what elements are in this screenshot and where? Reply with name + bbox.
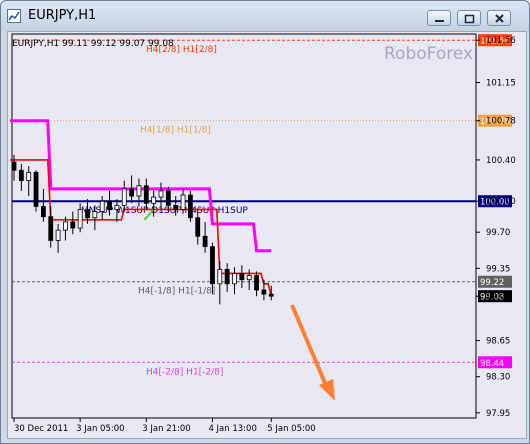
close-button[interactable] [487, 10, 511, 26]
x-tick-label: 4 Jan 13:00 [208, 424, 256, 434]
candle-body [143, 185, 149, 204]
chart-icon [7, 9, 21, 23]
candle-body [55, 229, 61, 241]
x-tick-label: 3 Jan 21:00 [142, 424, 190, 434]
symbol-info: EURJPY,H1 99.11 99.12 99.07 99.08 [12, 39, 174, 49]
y-tick-label: 99.35 [486, 264, 510, 274]
candle-body [48, 216, 54, 241]
candle-body [268, 293, 274, 297]
level-label: H4[-1/8] H1[-1/8] [138, 287, 215, 297]
y-tick-label: 98.65 [486, 337, 510, 347]
watermark: RoboForex [384, 44, 473, 64]
price-chart[interactable]: H4[2/8] H1[2/8]101.56H4[1/8] H1[1/8]100.… [8, 32, 526, 438]
x-tick-label: 3 Jan 05:00 [76, 424, 124, 434]
y-tick-label: 100.40 [486, 156, 516, 166]
candle-body [77, 209, 83, 229]
candle-body [151, 196, 157, 204]
candle-body [202, 235, 208, 248]
minimize-button[interactable] [427, 10, 451, 26]
close-icon [495, 14, 504, 23]
candle-body [114, 204, 120, 210]
candle-body [99, 200, 105, 212]
candle-body [63, 221, 68, 231]
level-label: MNSUP W1SUP D1SUP H4SUP H1SUP [81, 206, 248, 216]
candle-body [173, 204, 179, 210]
price-tag-text: 98.44 [480, 359, 504, 369]
minimize-icon [435, 20, 444, 22]
y-tick-label: 97.95 [486, 409, 510, 419]
candle-body [18, 169, 24, 181]
x-tick-label: 30 Dec 2011 [14, 424, 68, 434]
y-tick-label: 100.00 [486, 197, 516, 207]
candle-body [26, 171, 32, 181]
y-tick-label: 101.15 [486, 79, 516, 89]
candle-body [239, 273, 245, 281]
level-label: H4[-2/8] H1[-2/8] [146, 367, 223, 377]
y-tick-label: 101.56 [486, 36, 516, 46]
forecast-arrow [290, 304, 335, 401]
candle-body [70, 221, 76, 229]
chart-area[interactable]: H4[2/8] H1[2/8] 101.56 H4[1/8] H1[1/8] 100.… [7, 31, 527, 439]
maximize-button[interactable] [457, 10, 481, 26]
candle-body [136, 185, 142, 197]
y-tick-label: 99.70 [486, 228, 510, 238]
candle-body [195, 217, 201, 237]
price-tag-text: 99.22 [480, 278, 504, 288]
candle-body [187, 194, 193, 219]
y-tick-label: 100.78 [486, 117, 516, 127]
candle-body [180, 194, 186, 210]
candle-body [11, 161, 17, 171]
candle-body [261, 289, 267, 295]
y-tick-label: 98.30 [486, 373, 510, 383]
candle-body [224, 268, 230, 285]
chart-window: EURJPY,H1 H4[2/8] H1[2/8] 101.56 H4[1/8] H… [0, 0, 530, 444]
candle-body [33, 171, 39, 207]
candle-body [246, 275, 252, 281]
candle-body [217, 268, 223, 285]
level-label: H4[1/8] H1[1/8] [140, 126, 211, 136]
candle-body [92, 211, 98, 219]
candle-body [129, 188, 134, 197]
candle-body [85, 209, 90, 219]
window-title: EURJPY,H1 [28, 8, 97, 23]
candle-body [232, 273, 237, 285]
candle-body [121, 188, 127, 206]
y-tick-label: 99.08 [486, 292, 510, 302]
candle-body [41, 205, 46, 218]
x-tick-label: 5 Jan 05:00 [267, 424, 315, 434]
title-bar[interactable]: EURJPY,H1 [1, 1, 529, 31]
candle-body [158, 190, 164, 198]
candle-body [165, 190, 171, 206]
candle-body [210, 246, 215, 285]
candle-body [254, 275, 259, 291]
candle-body [107, 200, 112, 210]
maximize-icon [464, 14, 475, 24]
